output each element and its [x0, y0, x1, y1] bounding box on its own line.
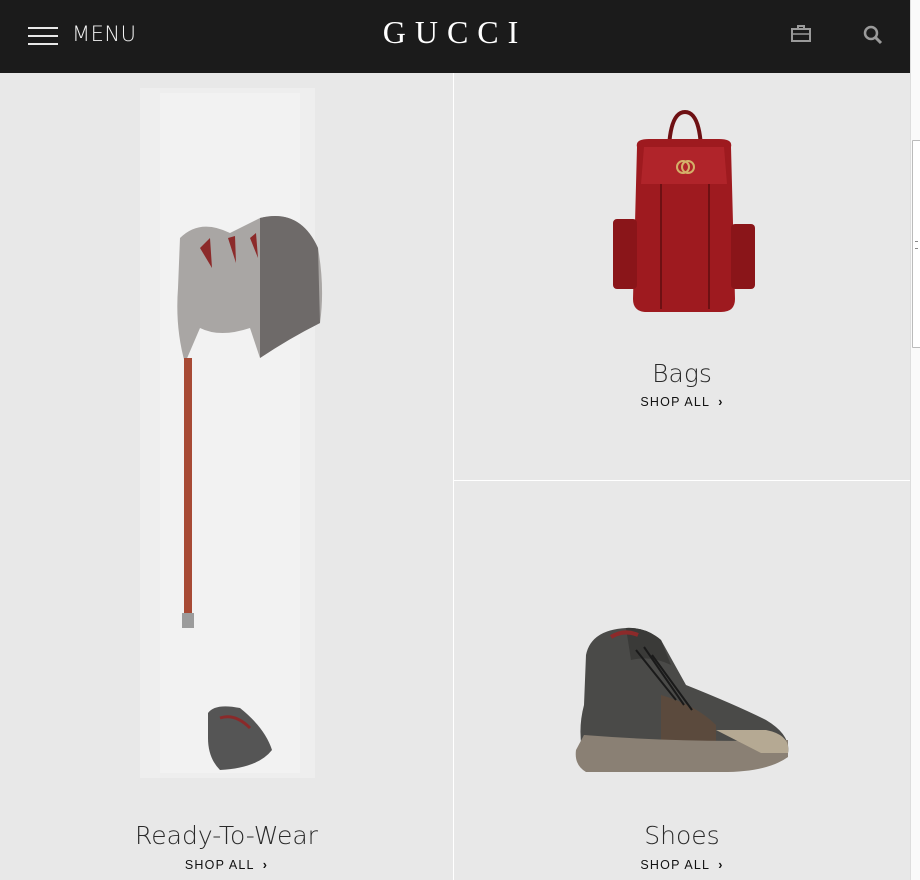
category-tile-shoes[interactable]: Shoes SHOP ALL ›	[454, 481, 910, 880]
brand-logo[interactable]: GUCCI	[0, 14, 910, 51]
shop-all-label: SHOP ALL	[640, 395, 711, 409]
shoes-product-image	[575, 627, 789, 773]
category-tile-bags[interactable]: Bags SHOP ALL ›	[454, 73, 910, 480]
shop-all-label: SHOP ALL	[184, 858, 255, 872]
shop-all-label: SHOP ALL	[640, 858, 711, 872]
category-tile-ready-to-wear[interactable]: Ready-To-Wear SHOP ALL ›	[0, 73, 453, 880]
grid-divider-vertical	[453, 73, 454, 880]
category-title: Ready-To-Wear	[135, 821, 318, 850]
shop-all-link[interactable]: SHOP ALL ›	[454, 858, 910, 872]
category-title: Bags	[652, 359, 712, 388]
grid-divider-horizontal	[454, 480, 910, 481]
chevron-right-icon: ›	[718, 395, 724, 409]
shop-all-link[interactable]: SHOP ALL ›	[454, 395, 910, 409]
site-header: MENU GUCCI	[0, 0, 910, 73]
chevron-right-icon: ›	[262, 858, 269, 872]
bags-product-image	[613, 109, 755, 312]
scrollbar-thumb[interactable]	[912, 140, 920, 348]
grip-icon	[915, 241, 918, 249]
scrollbar[interactable]	[910, 0, 920, 880]
chevron-right-icon: ›	[718, 858, 724, 872]
search-icon[interactable]	[862, 24, 884, 46]
ready-to-wear-product-image	[140, 88, 323, 778]
shopping-bag-icon[interactable]	[790, 22, 812, 44]
category-title: Shoes	[644, 821, 720, 850]
shop-all-link[interactable]: SHOP ALL ›	[0, 858, 453, 872]
